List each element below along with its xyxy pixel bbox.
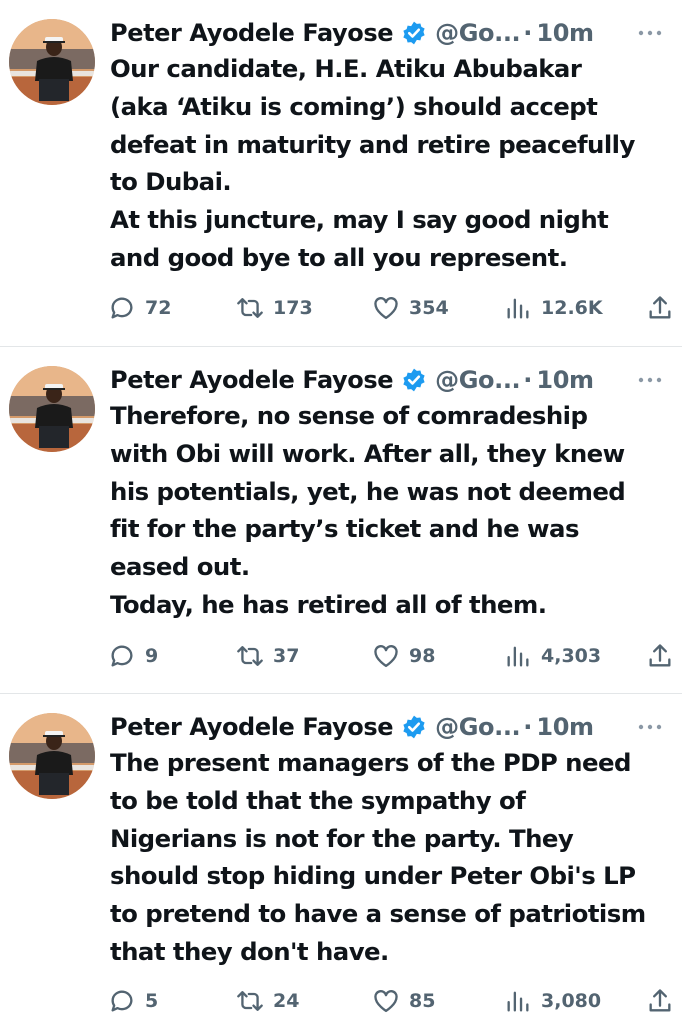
verified-badge-icon	[403, 715, 425, 739]
author-name[interactable]: Peter Ayodele Fayose	[110, 713, 394, 741]
retweet-count: 24	[273, 990, 300, 1012]
views-button[interactable]: 4,303	[504, 636, 601, 676]
tweet-text-line: to be told that the sympathy of	[110, 785, 526, 815]
retweet-icon	[237, 298, 263, 318]
like-count: 98	[409, 645, 436, 667]
tweet[interactable]: Peter Ayodele Fayose @Go... · 10m Our ca…	[0, 0, 682, 346]
reply-button[interactable]: 72	[108, 288, 171, 328]
retweet-count: 37	[273, 645, 300, 667]
reply-count: 72	[145, 297, 172, 319]
like-button[interactable]: 98	[372, 636, 435, 676]
like-icon	[374, 990, 398, 1013]
share-icon[interactable]	[646, 294, 674, 322]
retweet-icon	[237, 991, 263, 1011]
reply-icon	[111, 297, 133, 319]
share-icon[interactable]	[646, 642, 674, 670]
tweet-text-line: The present managers of the PDP need	[110, 748, 631, 777]
tweet-text-line: At this juncture, may I say good night	[110, 205, 609, 235]
tweet-text-line: defeat in maturity and retire peacefully	[110, 129, 635, 159]
avatar[interactable]	[9, 19, 95, 105]
tweet-text-line: his potentials, yet, he was not deemed	[110, 476, 626, 506]
views-icon	[507, 298, 529, 319]
retweet-button[interactable]: 24	[236, 981, 299, 1021]
tweet-header: Peter Ayodele Fayose @Go... · 10m	[110, 709, 675, 745]
avatar-photo	[9, 713, 95, 799]
like-button[interactable]: 354	[372, 288, 449, 328]
retweet-button[interactable]: 37	[236, 636, 299, 676]
views-count: 3,080	[541, 990, 602, 1012]
reply-count: 9	[145, 645, 159, 667]
author-handle[interactable]: @Go...	[435, 713, 521, 741]
tweet-text-line: eased out.	[110, 552, 250, 582]
avatar-photo	[9, 366, 95, 452]
tweet-actions: 72 173 354 12.6K	[108, 288, 674, 328]
avatar[interactable]	[9, 366, 95, 452]
tweet-header: Peter Ayodele Fayose @Go... · 10m	[110, 15, 675, 51]
timestamp[interactable]: 10m	[536, 366, 594, 394]
tweet-text: Our candidate, H.E. Atiku Abubakar (aka …	[110, 50, 678, 277]
reply-count: 5	[145, 990, 159, 1012]
tweet-header: Peter Ayodele Fayose @Go... · 10m	[110, 362, 675, 398]
retweet-icon	[237, 646, 263, 666]
views-button[interactable]: 3,080	[504, 981, 601, 1021]
like-icon	[374, 297, 398, 320]
views-count: 4,303	[541, 645, 602, 667]
separator-dot: ·	[523, 19, 533, 47]
tweet-text-line: should stop hiding under Peter Obi's LP	[110, 861, 636, 891]
author-handle[interactable]: @Go...	[435, 19, 521, 47]
tweet[interactable]: Peter Ayodele Fayose @Go... · 10m Theref…	[0, 347, 682, 693]
views-count: 12.6K	[541, 297, 603, 319]
share-icon[interactable]	[646, 987, 674, 1015]
tweet-text-line: Therefore, no sense of comradeship	[110, 401, 588, 430]
separator-dot: ·	[523, 713, 533, 741]
tweet-text-line: fit for the party’s ticket and he was	[110, 514, 579, 544]
avatar-photo	[9, 19, 95, 105]
separator-dot: ·	[523, 366, 533, 394]
tweet-actions: 5 24 85 3,080	[108, 981, 674, 1021]
retweet-count: 173	[273, 297, 313, 319]
tweet[interactable]: Peter Ayodele Fayose @Go... · 10m The pr…	[0, 694, 682, 1024]
reply-icon	[111, 990, 133, 1012]
like-count: 354	[409, 297, 449, 319]
tweet-text-line: Today, he has retired all of them.	[110, 589, 547, 619]
tweet-text-line: Our candidate, H.E. Atiku Abubakar	[110, 54, 582, 83]
tweet-text-line: that they don't have.	[110, 936, 389, 966]
reply-icon	[111, 645, 133, 667]
tweet-text-line: to pretend to have a sense of patriotism	[110, 899, 646, 929]
tweet-text-line: and good bye to all you represent.	[110, 242, 568, 272]
views-icon	[507, 991, 529, 1012]
tweet-text: The present managers of the PDP need to …	[110, 744, 678, 971]
like-icon	[374, 645, 398, 668]
retweet-button[interactable]: 173	[236, 288, 313, 328]
like-button[interactable]: 85	[372, 981, 435, 1021]
avatar[interactable]	[9, 713, 95, 799]
verified-badge-icon	[403, 368, 425, 392]
views-button[interactable]: 12.6K	[504, 288, 603, 328]
reply-button[interactable]: 5	[108, 981, 158, 1021]
like-count: 85	[409, 990, 436, 1012]
timestamp[interactable]: 10m	[536, 713, 594, 741]
tweet-actions: 9 37 98 4,303	[108, 636, 674, 676]
author-handle[interactable]: @Go...	[435, 366, 521, 394]
tweet-text-line: Nigerians is not for the party. They	[110, 823, 574, 853]
author-name[interactable]: Peter Ayodele Fayose	[110, 366, 394, 394]
more-icon[interactable]	[635, 19, 665, 39]
views-icon	[507, 646, 529, 667]
tweet-text-line: to Dubai.	[110, 167, 232, 197]
tweet-text-line: (aka ‘Atiku is coming’) should accept	[110, 91, 598, 121]
verified-badge-icon	[403, 21, 425, 45]
tweet-text-line: with Obi will work. After all, they knew	[110, 438, 625, 468]
more-icon[interactable]	[635, 366, 665, 386]
timestamp[interactable]: 10m	[536, 19, 594, 47]
more-icon[interactable]	[635, 713, 665, 733]
reply-button[interactable]: 9	[108, 636, 158, 676]
tweet-text: Therefore, no sense of comradeship with …	[110, 397, 678, 624]
author-name[interactable]: Peter Ayodele Fayose	[110, 19, 394, 47]
